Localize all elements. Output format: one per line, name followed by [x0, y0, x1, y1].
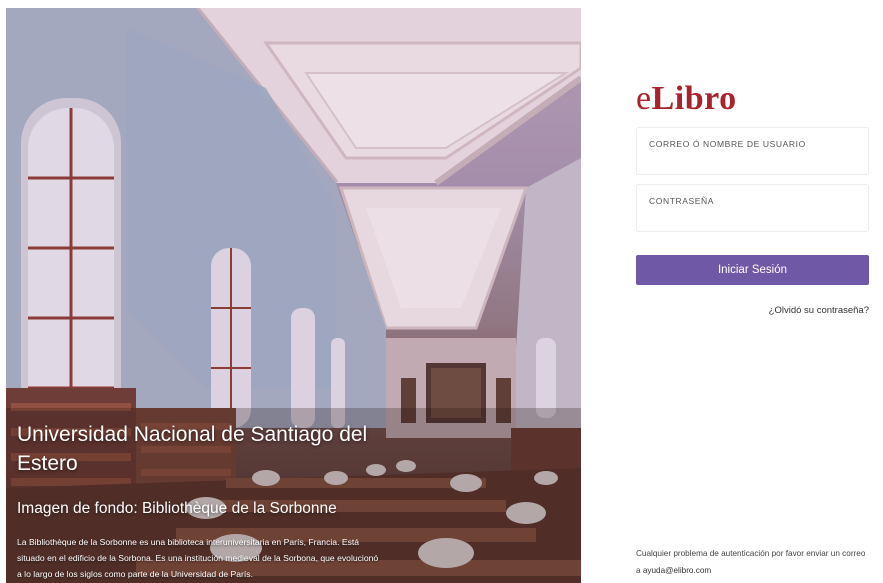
logo-name: Libro — [651, 80, 737, 117]
password-input[interactable] — [637, 185, 868, 231]
background-caption-title: Imagen de fondo: Bibliothèque de la Sorb… — [17, 500, 337, 517]
login-button[interactable]: Iniciar Sesión — [636, 255, 869, 285]
password-field[interactable] — [636, 184, 869, 232]
username-field[interactable] — [636, 127, 869, 175]
help-email-link[interactable]: ayuda@elibro.com — [643, 566, 711, 575]
help-message: Cualquier problema de autenticación por … — [636, 545, 871, 579]
hero-background-image: Universidad Nacional de Santiago del Est… — [6, 8, 581, 583]
logo-prefix: e — [636, 80, 652, 117]
elibro-logo: eLibro — [636, 80, 737, 118]
username-input[interactable] — [637, 128, 868, 174]
library-illustration — [6, 8, 581, 583]
background-caption-description: La Bibliothèque de la Sorbonne es una bi… — [17, 537, 379, 579]
university-title: Universidad Nacional de Santiago del Est… — [17, 423, 368, 475]
forgot-password-link[interactable]: ¿Olvidó su contraseña? — [769, 305, 869, 316]
